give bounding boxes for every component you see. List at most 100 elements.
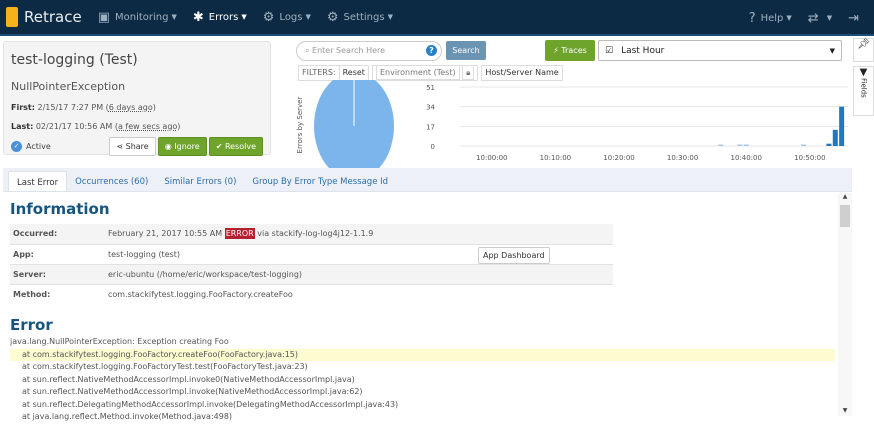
nav-logs[interactable]: ⚙ Logs ▼ <box>263 10 311 25</box>
tab-similar-errors[interactable]: Similar Errors (0) <box>156 171 244 191</box>
tab-occurrences[interactable]: Occurrences (60) <box>67 171 156 191</box>
caret-down-icon: ▼ <box>305 13 311 21</box>
help-icon: ? <box>748 10 756 26</box>
check-circle-icon: ✓ <box>11 141 22 152</box>
error-badge: ERROR <box>224 228 255 240</box>
last-relative: a few secs ago <box>117 122 178 131</box>
help-icon[interactable]: ? <box>426 45 437 56</box>
tab-group-by[interactable]: Group By Error Type Message Id <box>244 171 396 191</box>
last-value: 02/21/17 10:56 AM <box>35 122 113 131</box>
charts-area: Errors by Server 0 17 34 51 10:00:00 10:10:00 1… <box>296 80 848 170</box>
stack-trace: java.lang.NullPointerException: Exceptio… <box>10 336 835 424</box>
nav-label: Monitoring <box>115 11 169 23</box>
method-value: com.stackifytest.logging.FooFactory.crea… <box>108 289 293 299</box>
host-filter[interactable]: Host/Server Name <box>481 65 563 81</box>
lightning-icon: ⚡ <box>553 46 559 55</box>
x-tick-label: 10:50:00 <box>794 154 825 162</box>
nav-label: Logs <box>279 11 303 23</box>
x-tick-label: 10:00:00 <box>476 154 507 162</box>
stack-frame: at com.stackifytest.logging.FooFactory.c… <box>10 348 835 361</box>
resolve-button[interactable]: ✔ Resolve <box>208 137 263 156</box>
nav-label: Help <box>760 12 784 24</box>
last-seen: Last: 02/21/17 10:56 AM (a few secs ago) <box>11 122 181 131</box>
retrace-logo[interactable]: Retrace <box>6 7 82 27</box>
row-value: test-logging (test) App Dashboard <box>105 244 613 265</box>
share-button[interactable]: ⋖ Share <box>109 137 156 156</box>
search-button[interactable]: Search <box>446 41 486 60</box>
nav-errors[interactable]: ✱ Errors ▼ <box>193 10 247 25</box>
filter-icon: ▼ <box>859 67 868 78</box>
bar <box>743 144 749 146</box>
exception-message: java.lang.NullPointerException: Exceptio… <box>10 337 229 346</box>
search-icon: ⌕ <box>305 46 310 55</box>
ignore-label: Ignore <box>174 142 200 151</box>
gear-icon: ⚙ <box>326 9 339 25</box>
row-label: Method: <box>13 289 51 299</box>
nav-monitoring[interactable]: ▣ Monitoring ▼ <box>98 10 177 25</box>
fields-button[interactable]: ▼ Fields <box>853 66 874 116</box>
logger-source: via stackify-log-log4j12-1.1.9 <box>257 229 374 239</box>
first-value: 2/15/17 7:27 PM <box>37 103 104 112</box>
table-row: Method: com.stackifytest.logging.FooFacto… <box>10 284 613 304</box>
server-value: eric-ubuntu (/home/eric/workspace/test-l… <box>105 264 613 285</box>
bug-icon: ✱ <box>192 9 204 25</box>
scrollbar-thumb[interactable] <box>840 205 850 227</box>
information-heading: Information <box>10 200 110 218</box>
ignore-icon: ◉ <box>164 142 172 151</box>
x-tick-label: 10:40:00 <box>731 154 762 162</box>
pin-icon: 📌︎ <box>857 39 870 50</box>
bar <box>832 129 838 146</box>
resolve-label: Resolve <box>224 142 256 151</box>
first-label: First: <box>11 103 35 112</box>
filters-label: FILTERS: <box>298 65 340 81</box>
stack-frame: at com.stackifytest.logging.FooFactoryTe… <box>22 362 308 371</box>
fields-label: Fields <box>859 78 868 98</box>
share-icon: ⋖ <box>116 142 124 151</box>
first-relative: 6 days ago <box>108 103 153 112</box>
scroll-down-icon[interactable]: ▼ <box>838 407 852 414</box>
logout-icon: ⇥ <box>848 10 859 26</box>
last-label: Last: <box>11 122 34 131</box>
nav-label: Settings <box>343 11 385 23</box>
check-icon: ✔ <box>215 142 223 151</box>
caret-down-icon: ▼ <box>387 13 393 21</box>
pin-button[interactable]: 📌︎ <box>853 38 874 62</box>
nav-settings[interactable]: ⚙ Settings ▼ <box>327 10 393 25</box>
reset-filters-button[interactable]: Reset <box>338 65 369 81</box>
traces-label: Traces <box>561 46 587 55</box>
y-tick-label: 34 <box>426 104 435 112</box>
monitor-icon: ▣ <box>97 9 110 25</box>
bar <box>800 144 806 146</box>
environment-label: Environment (Test) <box>375 65 460 80</box>
pie-title: Errors by Server <box>296 97 304 154</box>
bar <box>737 144 743 146</box>
time-range-select[interactable]: ☑ Last Hour ▼ <box>598 40 842 61</box>
ignore-button[interactable]: ◉ Ignore <box>157 137 207 156</box>
nav-label: Errors <box>208 11 239 23</box>
app-name[interactable]: test-logging (test) <box>108 250 180 259</box>
logout-button[interactable]: ⇥ <box>848 11 864 26</box>
occurred-date: February 21, 2017 10:55 AM <box>108 229 223 239</box>
traces-button[interactable]: ⚡ Traces <box>545 40 595 61</box>
caret-down-icon: ▼ <box>786 14 792 22</box>
tab-last-error[interactable]: Last Error <box>8 171 68 191</box>
app-dashboard-button[interactable]: App Dashboard <box>478 246 550 264</box>
environment-filter[interactable]: Environment (Test) 🔒︎ <box>371 65 479 81</box>
caret-down-icon: ▼ <box>241 13 247 21</box>
row-label: Occurred: <box>10 224 105 245</box>
active-status[interactable]: ✓ Active <box>11 141 51 152</box>
table-row: App: test-logging (test) App Dashboard <box>10 244 613 265</box>
scroll-up-icon[interactable]: ▲ <box>838 193 852 200</box>
top-navbar: Retrace ▣ Monitoring ▼ ✱ Errors ▼ ⚙ Logs ▼ ⚙ Se… <box>0 0 874 36</box>
x-tick-label: 10:20:00 <box>603 154 634 162</box>
error-tabs: Last Error Occurrences (60) Similar Erro… <box>3 168 852 192</box>
table-row: Occurred: February 21, 2017 10:55 AM ERRO… <box>10 224 613 245</box>
bar <box>826 143 832 146</box>
scrollbar[interactable]: ▲ ▼ <box>838 193 852 416</box>
nav-switcher[interactable]: ⇄ ▼ <box>808 11 832 26</box>
nav-help[interactable]: ? Help ▼ <box>749 11 792 26</box>
filters-bar: FILTERS: Reset Environment (Test) 🔒︎ Hos… <box>298 65 563 81</box>
search-input[interactable]: ⌕ Enter Search Here? <box>296 41 442 61</box>
status-label: Active <box>26 142 51 151</box>
x-tick-label: 10:10:00 <box>540 154 571 162</box>
